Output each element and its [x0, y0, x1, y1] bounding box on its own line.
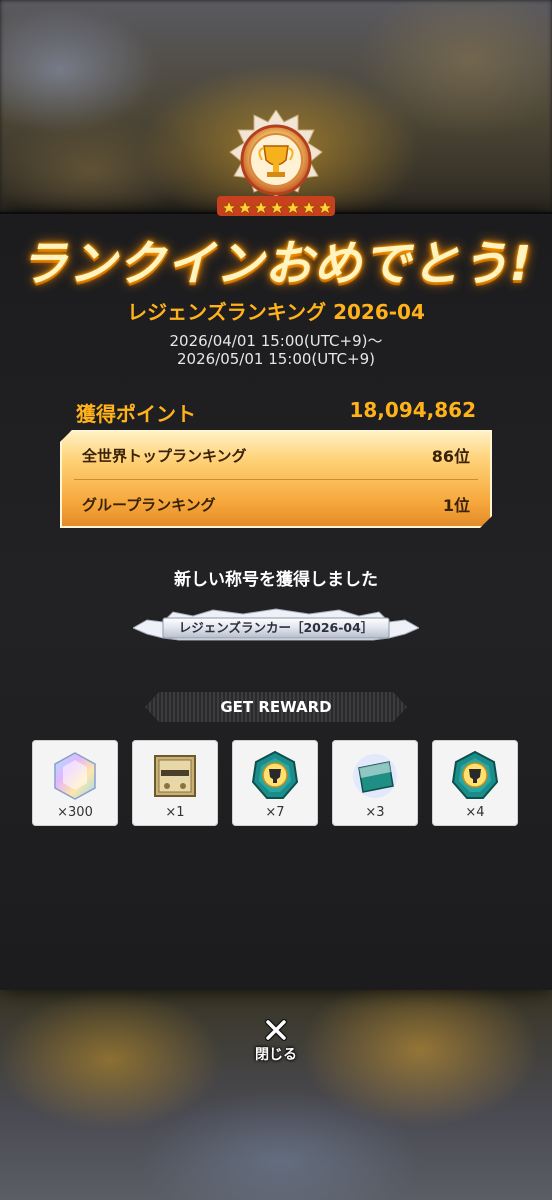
reward-qty: ×1 — [165, 805, 185, 820]
reward-qty: ×300 — [57, 805, 93, 820]
ranking-title: レジェンズランキング 2026-04 — [127, 300, 425, 324]
reward-qty: ×3 — [365, 805, 385, 820]
reward-qty: ×7 — [265, 805, 285, 820]
reward-item[interactable]: ×1 — [132, 740, 218, 826]
reward-item[interactable]: ×3 — [332, 740, 418, 826]
reward-list: ×300 ×1 ×7 ×3 ×4 — [32, 740, 522, 828]
crystal-card-icon — [353, 754, 397, 798]
congrats-headline: ランクインおめでとう! — [19, 236, 533, 292]
rainbow-gem-icon — [54, 752, 96, 800]
gold-ticket-icon — [154, 755, 196, 797]
trophy-medal-icon — [251, 750, 299, 799]
ranking-box: 全世界トップランキング 86位 グループランキング 1位 — [60, 430, 492, 528]
new-title-message: 新しい称号を獲得しました — [174, 570, 378, 590]
ranking-row-world: 全世界トップランキング 86位 — [82, 431, 470, 479]
points-row: 獲得ポイント 18,094,862 — [76, 398, 476, 428]
period-end: 2026/05/01 15:00(UTC+9) — [176, 350, 375, 368]
title-name: レジェンズランカー［2026-04］ — [178, 620, 374, 635]
reward-header: GET REWARD — [145, 692, 407, 722]
reward-item[interactable]: ×300 — [32, 740, 118, 826]
trophy-medal-icon — [451, 750, 499, 799]
period-start: 2026/04/01 15:00(UTC+9)～ — [169, 332, 383, 350]
ranking-value: 1位 — [442, 496, 470, 515]
points-label: 獲得ポイント — [76, 402, 196, 426]
ranking-row-group: グループランキング 1位 — [82, 480, 470, 528]
close-icon — [265, 1019, 287, 1041]
reward-header-label: GET REWARD — [220, 698, 332, 716]
points-value: 18,094,862 — [349, 398, 476, 422]
title-plate: レジェンズランカー［2026-04］ — [133, 608, 419, 642]
reward-item[interactable]: ×4 — [432, 740, 518, 826]
reward-qty: ×4 — [465, 805, 485, 820]
ranking-value: 86位 — [431, 447, 470, 466]
result-panel — [0, 212, 552, 990]
close-label: 閉じる — [255, 1047, 297, 1063]
rank-medal-icon — [211, 109, 341, 222]
reward-item[interactable]: ×7 — [232, 740, 318, 826]
ranking-label: 全世界トップランキング — [82, 447, 247, 465]
close-button[interactable]: 閉じる — [246, 1018, 306, 1074]
ranking-label: グループランキング — [82, 496, 216, 514]
